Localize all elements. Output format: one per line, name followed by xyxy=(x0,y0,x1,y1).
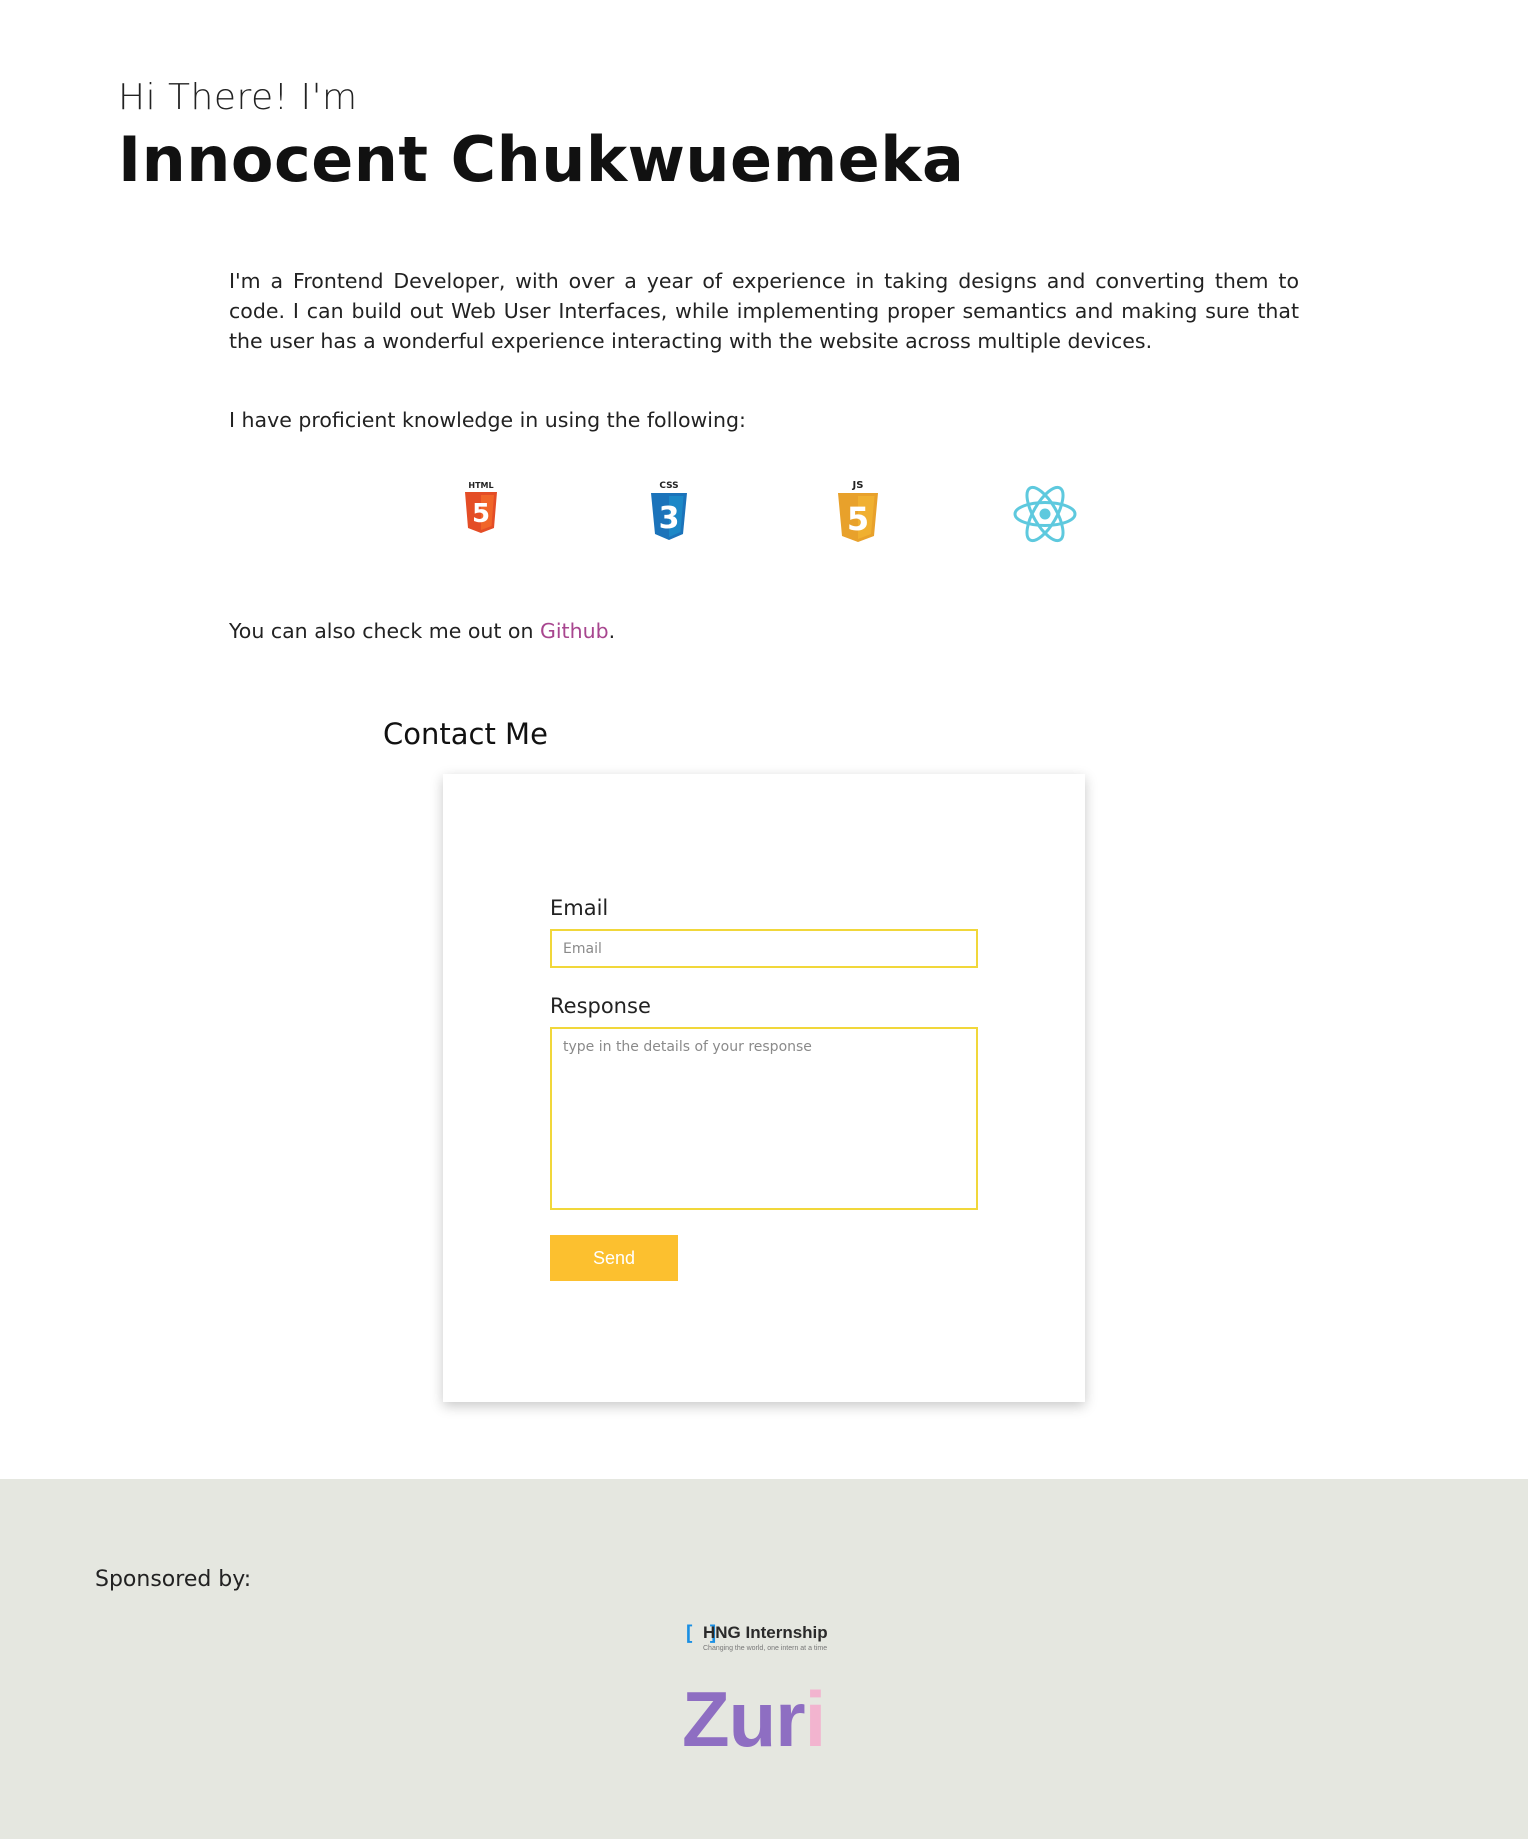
zuri-logo: Zuri xyxy=(682,1674,827,1764)
github-suffix: . xyxy=(608,619,616,643)
html5-label: HTML xyxy=(468,481,493,490)
send-button[interactable]: Send xyxy=(550,1235,678,1281)
email-field[interactable] xyxy=(550,929,978,968)
hng-internship-logo: [ ] HNG Internship Changing the world, o… xyxy=(683,1620,853,1664)
contact-form: Email Response Send xyxy=(443,774,1085,1402)
javascript-glyph: 5 xyxy=(847,500,869,538)
javascript-label: JS xyxy=(852,480,864,491)
html5-glyph: 5 xyxy=(472,499,490,529)
developer-name: Innocent Chukwuemeka xyxy=(118,123,965,196)
css3-icon: CSS 3 xyxy=(646,478,692,548)
contact-title: Contact Me xyxy=(383,717,548,751)
github-line: You can also check me out on Github. xyxy=(229,616,615,646)
zuri-logo-i: i xyxy=(804,1675,827,1763)
css3-glyph: 3 xyxy=(659,501,680,536)
greeting-text: Hi There! I'm xyxy=(118,77,358,118)
zuri-logo-main: Zur xyxy=(682,1675,806,1763)
footer: Sponsored by: [ ] HNG Internship Changin… xyxy=(0,1479,1528,1839)
skills-intro: I have proficient knowledge in using the… xyxy=(229,408,746,432)
react-icon xyxy=(1012,484,1078,548)
email-label: Email xyxy=(550,896,609,920)
hng-tagline: Changing the world, one intern at a time xyxy=(703,1645,828,1652)
hng-title: HNG Internship xyxy=(703,1623,828,1642)
github-link[interactable]: Github xyxy=(540,619,609,643)
css3-label: CSS xyxy=(659,481,678,491)
about-paragraph: I'm a Frontend Developer, with over a ye… xyxy=(229,269,1299,353)
hero: Hi There! I'm Innocent Chukwuemeka xyxy=(118,74,964,198)
tech-stack-row: HTML 5 CSS 3 JS 5 xyxy=(0,478,1528,558)
response-label: Response xyxy=(550,994,651,1018)
javascript-icon: JS 5 xyxy=(834,478,882,550)
html5-icon: HTML 5 xyxy=(459,478,503,542)
sponsored-label: Sponsored by: xyxy=(95,1567,252,1592)
response-field[interactable] xyxy=(550,1027,978,1210)
github-prefix: You can also check me out on xyxy=(229,619,540,643)
